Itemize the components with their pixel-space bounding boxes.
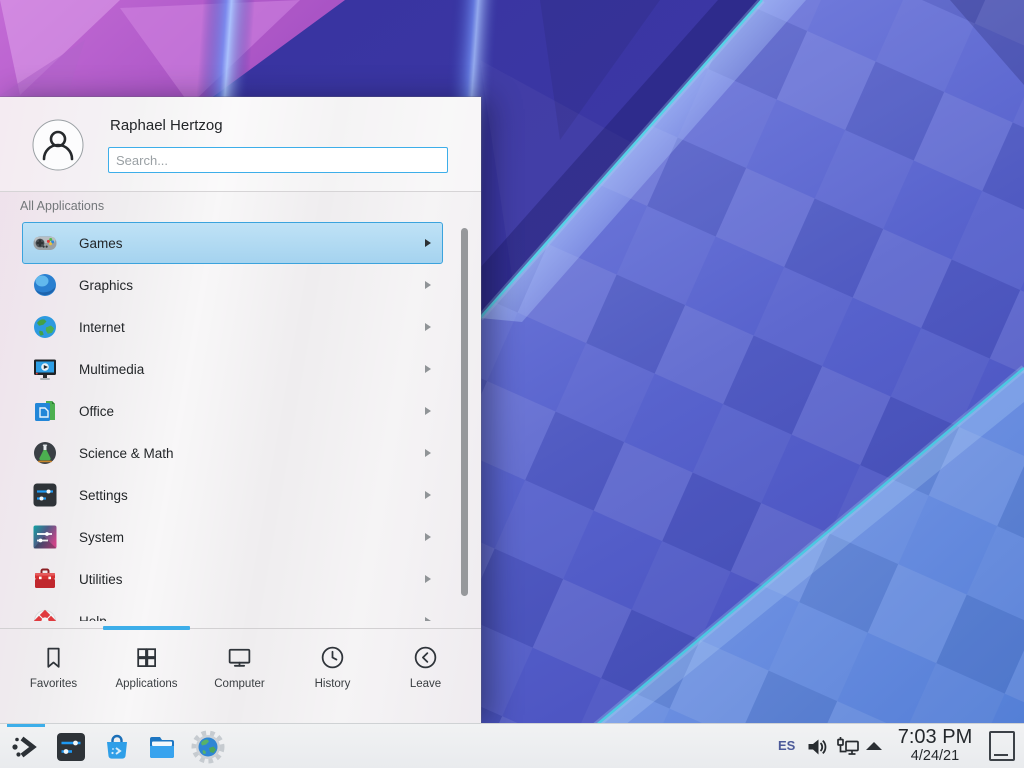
category-label: System (79, 530, 425, 545)
category-label: Multimedia (79, 362, 425, 377)
digital-clock[interactable]: 7:03 PM 4/24/21 (893, 726, 977, 765)
launcher-tabbar: Favorites Applications Computer (7, 632, 472, 712)
submenu-arrow-icon (425, 491, 431, 499)
multimedia-icon (32, 356, 58, 382)
submenu-arrow-icon (425, 533, 431, 541)
submenu-arrow-icon (425, 239, 431, 247)
category-system[interactable]: System (22, 516, 443, 558)
computer-icon (226, 644, 253, 671)
discover-icon[interactable] (99, 729, 135, 765)
user-name: Raphael Hertzog (110, 117, 223, 134)
tab-label: History (315, 678, 351, 690)
keyboard-layout-indicator[interactable]: ES (778, 738, 795, 753)
science-icon (32, 440, 58, 466)
submenu-arrow-icon (425, 365, 431, 373)
category-graphics[interactable]: Graphics (22, 264, 443, 306)
category-settings[interactable]: Settings (22, 474, 443, 516)
tab-label: Applications (115, 678, 177, 690)
clock-date: 4/24/21 (893, 748, 977, 765)
category-label: Games (79, 236, 425, 251)
history-icon (319, 644, 346, 671)
submenu-arrow-icon (425, 281, 431, 289)
help-icon (32, 608, 58, 621)
dolphin-icon[interactable] (144, 729, 180, 765)
settings-icon (32, 482, 58, 508)
list-scrollbar[interactable] (461, 228, 468, 596)
show-desktop-line (994, 754, 1008, 756)
submenu-arrow-icon (425, 449, 431, 457)
tab-label: Computer (214, 678, 265, 690)
category-label: Internet (79, 320, 425, 335)
taskbar: ES 7:03 PM 4/24/21 (0, 723, 1024, 768)
category-utilities[interactable]: Utilities (22, 558, 443, 600)
office-icon (32, 398, 58, 424)
category-help[interactable]: Help (22, 600, 443, 621)
applications-icon (133, 644, 160, 671)
category-label: Office (79, 404, 425, 419)
category-office[interactable]: Office (22, 390, 443, 432)
tab-label: Favorites (30, 678, 77, 690)
tab-applications[interactable]: Applications (100, 632, 193, 712)
app-launcher-icon[interactable] (8, 729, 44, 765)
category-internet[interactable]: Internet (22, 306, 443, 348)
volume-icon[interactable] (806, 736, 828, 758)
section-label: All Applications (20, 199, 104, 213)
submenu-arrow-icon (425, 575, 431, 583)
network-icon[interactable] (836, 736, 860, 758)
system-icon (32, 524, 58, 550)
submenu-arrow-icon (425, 323, 431, 331)
submenu-arrow-icon (425, 617, 431, 621)
tab-leave[interactable]: Leave (379, 632, 472, 712)
category-games[interactable]: Games (22, 222, 443, 264)
expand-tray-caret[interactable] (866, 742, 882, 750)
web-browser-icon[interactable] (190, 729, 226, 765)
user-avatar[interactable] (32, 119, 84, 171)
category-label: Settings (79, 488, 425, 503)
category-list: Games Graphics Internet (0, 222, 481, 621)
system-settings-icon[interactable] (53, 729, 89, 765)
tab-favorites[interactable]: Favorites (7, 632, 100, 712)
category-label: Science & Math (79, 446, 425, 461)
clock-time: 7:03 PM (893, 726, 977, 748)
search-input[interactable] (108, 147, 448, 173)
utilities-icon (32, 566, 58, 592)
leave-icon (412, 644, 439, 671)
launcher-header: Raphael Hertzog (0, 97, 481, 192)
application-launcher-menu: Raphael Hertzog All Applications (0, 97, 481, 723)
category-label: Help (79, 614, 425, 622)
tabbar-separator (0, 628, 481, 629)
graphics-icon (32, 272, 58, 298)
category-label: Graphics (79, 278, 425, 293)
internet-icon (32, 314, 58, 340)
desktop: Raphael Hertzog All Applications (0, 0, 1024, 768)
active-tab-indicator (103, 626, 190, 630)
show-desktop-button[interactable] (989, 731, 1015, 761)
favorites-icon (40, 644, 67, 671)
games-icon (32, 230, 58, 256)
launcher-active-indicator (7, 724, 45, 727)
category-label: Utilities (79, 572, 425, 587)
category-science-math[interactable]: Science & Math (22, 432, 443, 474)
tab-history[interactable]: History (286, 632, 379, 712)
tab-computer[interactable]: Computer (193, 632, 286, 712)
tab-label: Leave (410, 678, 441, 690)
category-multimedia[interactable]: Multimedia (22, 348, 443, 390)
submenu-arrow-icon (425, 407, 431, 415)
